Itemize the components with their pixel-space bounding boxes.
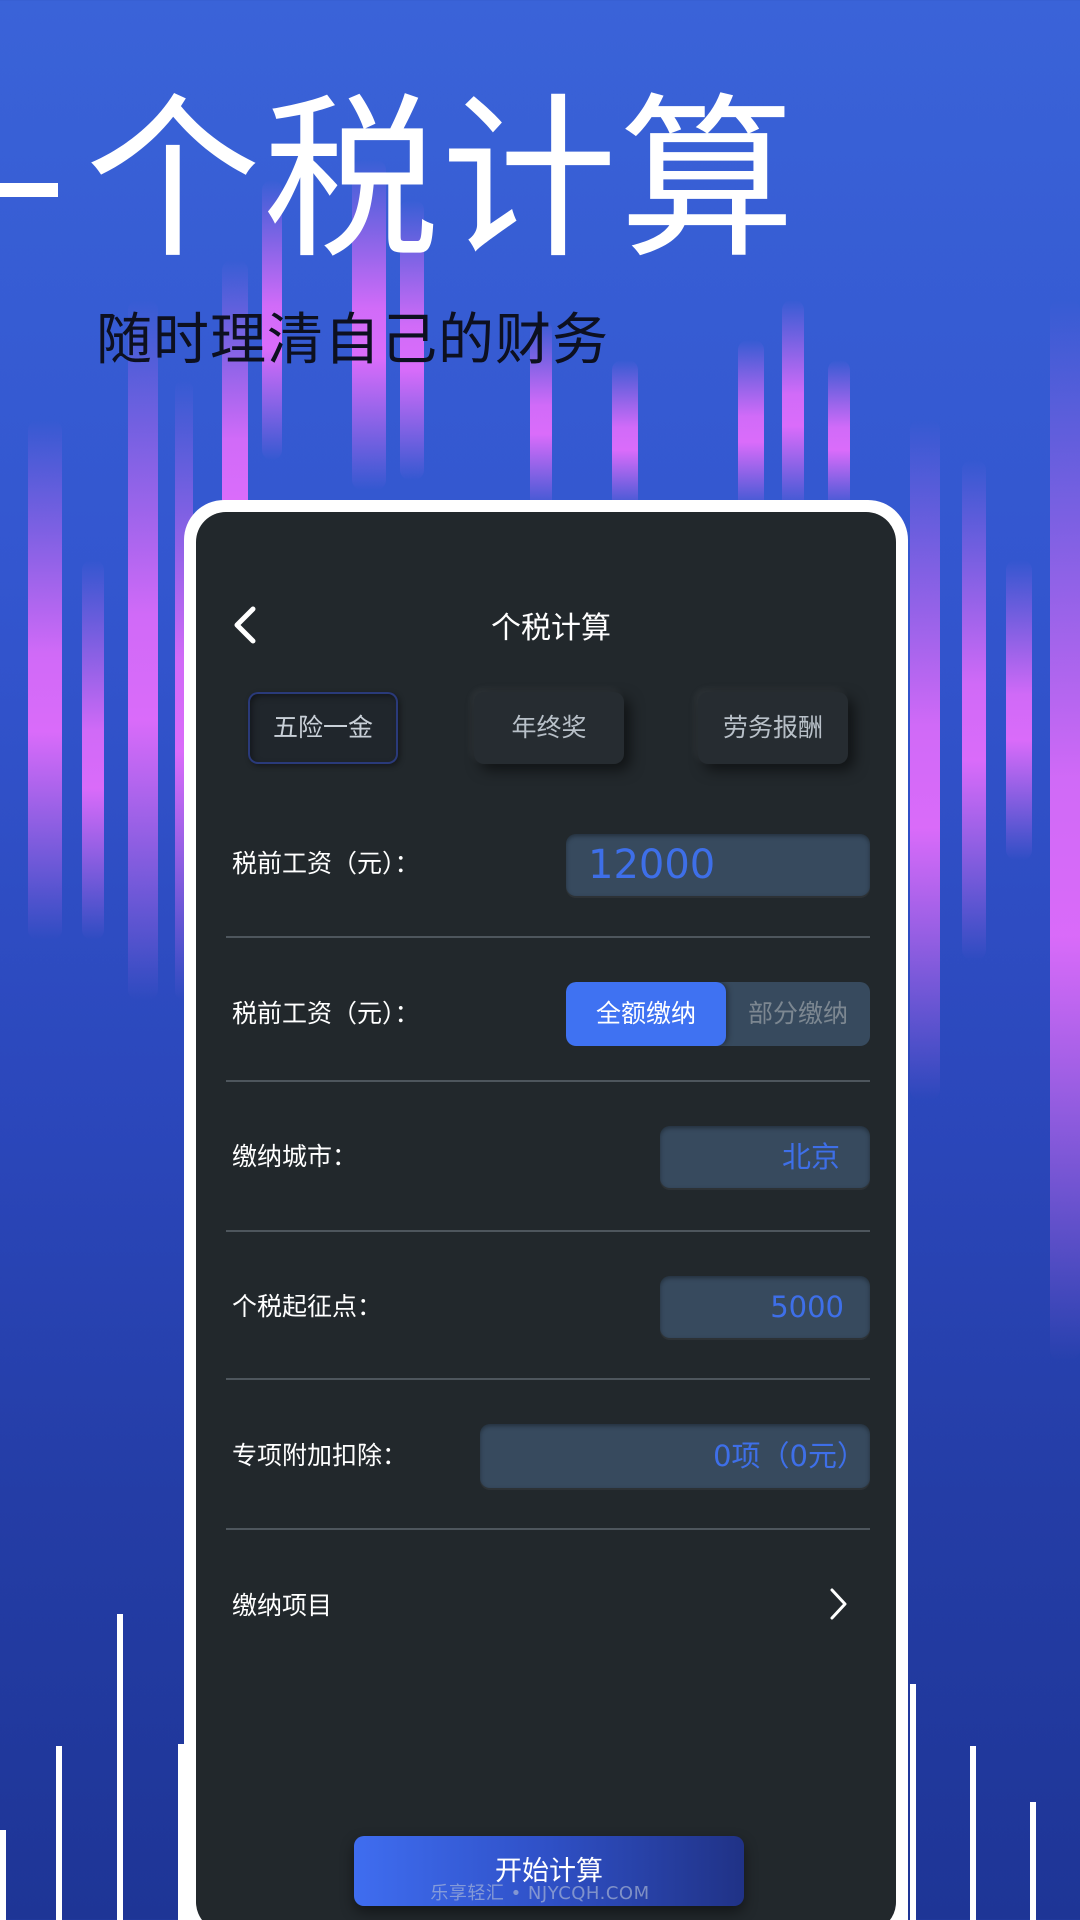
full-payment-option[interactable]: 全额缴纳 <box>566 982 726 1046</box>
divider <box>226 1080 870 1082</box>
payment-mode-toggle: 全额缴纳 部分缴纳 <box>566 982 870 1046</box>
chevron-right-icon <box>830 1588 847 1620</box>
light-bar <box>910 420 940 1100</box>
partial-payment-option[interactable]: 部分缴纳 <box>726 982 870 1046</box>
payment-items-arrow[interactable] <box>826 1586 856 1626</box>
light-bar <box>1050 300 1080 1360</box>
salary-label: 税前工资（元）： <box>232 849 420 878</box>
divider <box>226 1528 870 1530</box>
light-bar <box>28 420 62 940</box>
hero-dash <box>0 183 58 197</box>
light-bar <box>782 300 804 510</box>
light-bar <box>82 560 104 940</box>
app-screen: 个税计算 五险一金 年终奖 劳务报酬 税前工资（元）： 12000 税前工资（元… <box>196 512 896 1920</box>
threshold-label: 个税起征点： <box>232 1292 383 1321</box>
divider <box>226 1230 870 1232</box>
divider <box>226 1378 870 1380</box>
city-select[interactable]: 北京 <box>660 1126 870 1188</box>
light-bar <box>612 360 638 510</box>
white-line <box>0 1830 6 1920</box>
white-line <box>117 1614 123 1920</box>
payment-mode-label: 税前工资（元）： <box>232 999 420 1028</box>
payment-items-label[interactable]: 缴纳项目 <box>232 1588 332 1624</box>
watermark: 乐享轻汇 • NJYCQH.COM <box>430 1883 650 1904</box>
city-label: 缴纳城市： <box>232 1142 358 1171</box>
light-bar <box>128 300 158 1000</box>
light-bar <box>1006 560 1032 860</box>
page-title: 个税计算 <box>491 611 611 646</box>
special-deduction-field[interactable]: 0项（0元） <box>480 1424 870 1488</box>
tab-year-end-bonus[interactable]: 年终奖 <box>474 692 624 764</box>
light-bar <box>962 460 986 960</box>
salary-input[interactable]: 12000 <box>566 834 870 896</box>
hero-title: 个税计算 <box>85 78 798 283</box>
tab-labor-remuneration[interactable]: 劳务报酬 <box>698 692 848 764</box>
tab-five-insurances[interactable]: 五险一金 <box>248 692 398 764</box>
special-deduction-label: 专项附加扣除： <box>232 1441 408 1470</box>
light-bar <box>738 340 764 510</box>
divider <box>226 936 870 938</box>
threshold-input[interactable]: 5000 <box>660 1276 870 1338</box>
hero-subtitle: 随时理清自己的财务 <box>96 308 609 373</box>
light-bar <box>828 360 850 510</box>
